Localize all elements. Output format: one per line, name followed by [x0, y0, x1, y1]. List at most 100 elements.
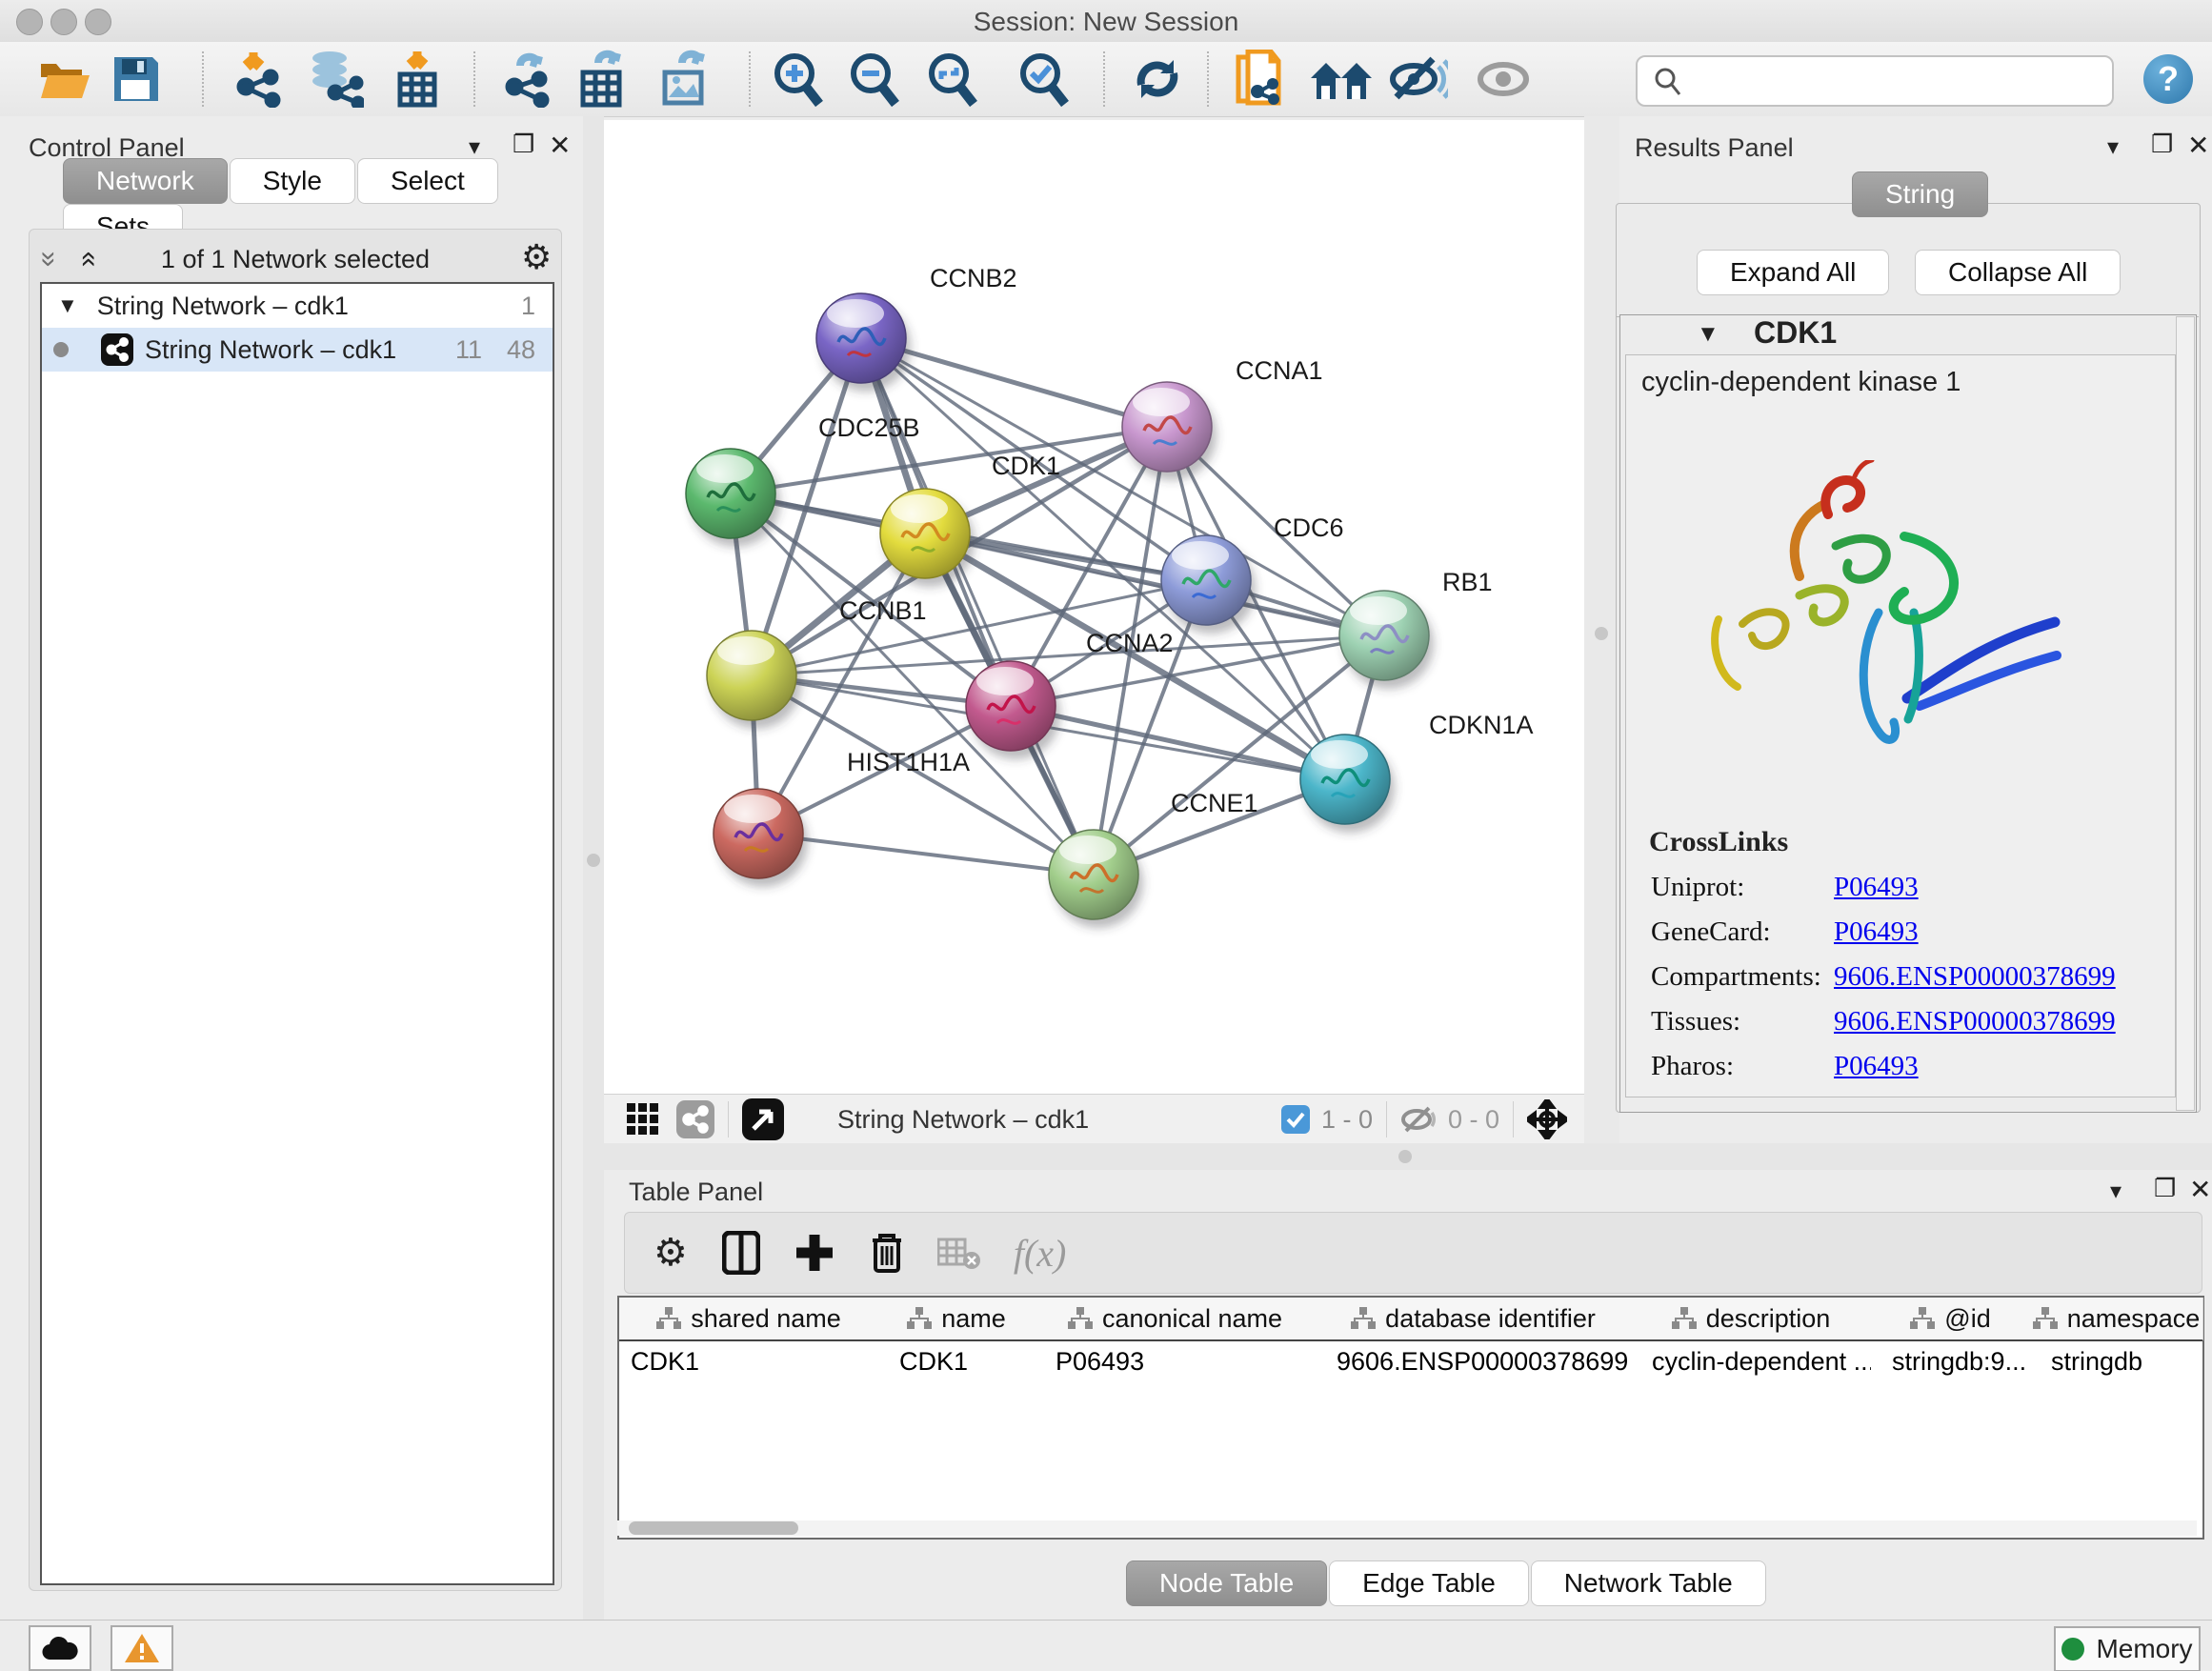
- table-cell[interactable]: 9606.ENSP00000378699: [1316, 1341, 1631, 1381]
- edge-CCNE1-HIST1H1A[interactable]: [758, 834, 1094, 875]
- delete-column-trash-icon[interactable]: [869, 1231, 905, 1275]
- string-network-graph[interactable]: CCNB2CCNA1CDC25BCDK1CDC6RB1CCNB1CCNA2CDK…: [604, 120, 1584, 1094]
- crosslink-link[interactable]: P06493: [1834, 1051, 1919, 1082]
- node-table[interactable]: shared nameCDK1nameCDK1canonical nameP06…: [617, 1296, 2204, 1540]
- tab-network[interactable]: Network: [63, 158, 228, 204]
- save-session-icon[interactable]: [112, 42, 160, 116]
- network-options-gear-icon[interactable]: ⚙: [521, 237, 552, 277]
- table-cell[interactable]: P06493: [1035, 1341, 1316, 1381]
- expand-all-button[interactable]: Expand All: [1697, 250, 1889, 295]
- refresh-icon[interactable]: [1130, 42, 1185, 116]
- import-table-file-icon[interactable]: [389, 42, 446, 116]
- table-cell[interactable]: CDK1: [619, 1341, 878, 1381]
- tab-edge-table[interactable]: Edge Table: [1329, 1560, 1529, 1606]
- zoom-in-icon[interactable]: [772, 42, 827, 116]
- column-header-canonical-name[interactable]: canonical name: [1035, 1298, 1317, 1341]
- pan-crosshair-icon[interactable]: [1527, 1099, 1567, 1139]
- selected-checkbox-icon[interactable]: [1281, 1105, 1310, 1134]
- network-collection-row[interactable]: ▼ String Network – cdk1 1: [42, 284, 553, 328]
- node-CDC25B[interactable]: [686, 449, 780, 547]
- right-splitter[interactable]: [1584, 116, 1619, 1143]
- delete-table-icon[interactable]: [937, 1236, 981, 1270]
- table-panel-float-icon[interactable]: ❐: [2154, 1174, 2176, 1203]
- crosslink-link[interactable]: 9606.ENSP00000378699: [1834, 961, 2116, 993]
- cdk1-collapse-icon[interactable]: ▼: [1697, 321, 1719, 348]
- network-view-share-icon[interactable]: [676, 1100, 714, 1138]
- import-network-database-icon[interactable]: [303, 42, 364, 116]
- column-header-description[interactable]: description: [1631, 1298, 1872, 1341]
- edge-CCNA2-CDKN1A[interactable]: [1011, 706, 1345, 779]
- zoom-out-icon[interactable]: [848, 42, 903, 116]
- memory-button[interactable]: Memory: [2054, 1626, 2201, 1671]
- results-panel-close-icon[interactable]: ✕: [2187, 130, 2209, 161]
- node-RB1[interactable]: [1339, 591, 1434, 689]
- export-image-icon[interactable]: [655, 42, 714, 116]
- collapse-all-button[interactable]: Collapse All: [1915, 250, 2121, 295]
- help-icon[interactable]: ?: [2143, 42, 2193, 116]
- left-splitter[interactable]: [583, 116, 604, 1620]
- column-header-@id[interactable]: @id: [1871, 1298, 2031, 1341]
- export-table-icon[interactable]: [573, 42, 633, 116]
- node-CDK1[interactable]: [880, 489, 975, 587]
- table-settings-gear-icon[interactable]: ⚙: [654, 1231, 688, 1275]
- results-scrollbar[interactable]: [2176, 316, 2195, 1111]
- left-splitter-handle[interactable]: [587, 854, 600, 867]
- horizontal-splitter-handle[interactable]: [1398, 1150, 1412, 1163]
- table-cell[interactable]: cyclin-dependent ...: [1631, 1341, 1871, 1381]
- open-session-icon[interactable]: [38, 42, 91, 116]
- export-network-icon[interactable]: [499, 42, 558, 116]
- cloud-button[interactable]: [29, 1625, 91, 1671]
- tab-node-table[interactable]: Node Table: [1126, 1560, 1327, 1606]
- network-from-selection-icon[interactable]: [1231, 42, 1288, 116]
- add-column-icon[interactable]: [794, 1233, 835, 1273]
- crosslink-link[interactable]: P06493: [1834, 872, 1919, 903]
- search-input[interactable]: [1691, 66, 2104, 97]
- column-header-database-identifier[interactable]: database identifier: [1316, 1298, 1632, 1341]
- control-panel-menu-icon[interactable]: ▾: [469, 133, 480, 161]
- hidden-eye-slash-icon[interactable]: [1400, 1104, 1437, 1135]
- horizontal-splitter[interactable]: [604, 1143, 2212, 1170]
- control-panel-float-icon[interactable]: ❐: [513, 130, 534, 159]
- column-header-name[interactable]: name: [878, 1298, 1036, 1341]
- table-hscrollbar[interactable]: [617, 1520, 2197, 1536]
- tab-string[interactable]: String: [1852, 171, 1988, 217]
- toolbar-search-box[interactable]: [1636, 55, 2114, 107]
- crosslink-link[interactable]: 9606.ENSP00000378699: [1834, 1006, 2116, 1037]
- tab-network-table[interactable]: Network Table: [1531, 1560, 1766, 1606]
- hide-details-eye-slash-icon[interactable]: [1389, 42, 1448, 116]
- table-cell[interactable]: stringdb:9...: [1871, 1341, 2030, 1381]
- node-HIST1H1A[interactable]: [714, 789, 808, 887]
- node-CDC6[interactable]: [1161, 535, 1256, 634]
- tab-select[interactable]: Select: [357, 158, 498, 204]
- node-CDKN1A[interactable]: [1300, 735, 1395, 833]
- zoom-fit-icon[interactable]: [926, 42, 981, 116]
- column-header-shared-name[interactable]: shared name: [619, 1298, 879, 1341]
- results-panel-menu-icon[interactable]: ▾: [2107, 133, 2119, 161]
- import-network-file-icon[interactable]: [229, 42, 286, 116]
- table-panel-close-icon[interactable]: ✕: [2189, 1174, 2211, 1205]
- show-details-eye-icon[interactable]: [1475, 42, 1534, 116]
- control-panel-close-icon[interactable]: ✕: [549, 130, 571, 161]
- network-canvas[interactable]: CCNB2CCNA1CDC25BCDK1CDC6RB1CCNB1CCNA2CDK…: [604, 120, 1584, 1094]
- edge-CCNA1-CDC25B[interactable]: [731, 427, 1167, 493]
- results-panel-float-icon[interactable]: ❐: [2151, 130, 2173, 159]
- table-cell[interactable]: stringdb: [2030, 1341, 2202, 1381]
- warning-button[interactable]: [111, 1625, 173, 1671]
- grid-view-icon[interactable]: [627, 1103, 659, 1136]
- node-CCNA1[interactable]: [1122, 382, 1217, 480]
- table-panel-menu-icon[interactable]: ▾: [2110, 1178, 2122, 1205]
- right-splitter-handle[interactable]: [1595, 627, 1608, 640]
- node-CCNA2[interactable]: [966, 661, 1060, 759]
- function-builder-icon[interactable]: f(x): [1014, 1231, 1067, 1276]
- table-cell[interactable]: CDK1: [878, 1341, 1035, 1381]
- crosslink-link[interactable]: P06493: [1834, 916, 1919, 948]
- birds-eye-toggle-icon[interactable]: [742, 1098, 784, 1140]
- houses-icon[interactable]: [1309, 42, 1374, 116]
- table-hscrollbar-thumb[interactable]: [629, 1521, 798, 1535]
- zoom-selected-icon[interactable]: [1017, 42, 1073, 116]
- tab-style[interactable]: Style: [230, 158, 355, 204]
- show-columns-icon[interactable]: [722, 1231, 760, 1275]
- network-row-selected[interactable]: String Network – cdk1 11 48: [42, 328, 553, 372]
- column-header-namespace[interactable]: namespace: [2030, 1298, 2203, 1341]
- collection-collapse-icon[interactable]: ▼: [57, 293, 78, 318]
